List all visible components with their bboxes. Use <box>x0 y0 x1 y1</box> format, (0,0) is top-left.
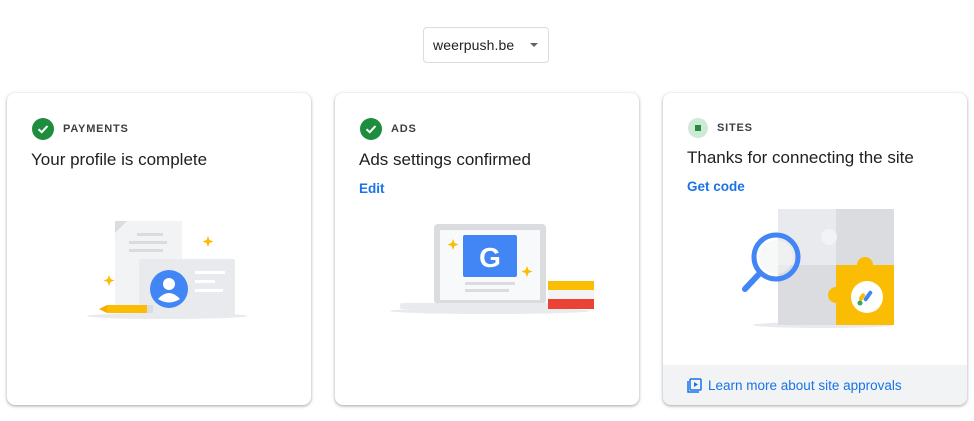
video-library-icon <box>687 377 702 393</box>
check-circle-icon <box>32 118 54 140</box>
edit-link[interactable]: Edit <box>359 181 385 196</box>
card-title: Thanks for connecting the site <box>687 148 914 167</box>
site-approvals-footer: Learn more about site approvals <box>663 365 967 405</box>
card-label: SITES <box>717 122 753 134</box>
card-title: Your profile is complete <box>31 150 208 169</box>
site-selector-dropdown[interactable]: weerpush.be <box>423 27 549 63</box>
card-label: ADS <box>391 123 417 135</box>
site-selector-value: weerpush.be <box>433 37 515 53</box>
svg-text:G: G <box>479 242 501 273</box>
sites-card: SITES Thanks for connecting the site Get… <box>663 93 967 405</box>
learn-more-site-approvals-link[interactable]: Learn more about site approvals <box>708 378 902 393</box>
laptop-google-illustration: G <box>390 224 594 314</box>
get-code-link[interactable]: Get code <box>687 179 745 194</box>
check-circle-icon <box>360 118 382 140</box>
puzzle-search-illustration <box>742 209 894 328</box>
profile-card-illustration <box>87 221 247 319</box>
pending-square-icon <box>688 118 708 138</box>
card-title: Ads settings confirmed <box>359 150 531 169</box>
card-label: PAYMENTS <box>63 123 129 135</box>
payments-card: PAYMENTS Your profile is complete <box>7 93 311 405</box>
chevron-down-icon <box>530 43 538 47</box>
ads-card: ADS Ads settings confirmed Edit G <box>335 93 639 405</box>
